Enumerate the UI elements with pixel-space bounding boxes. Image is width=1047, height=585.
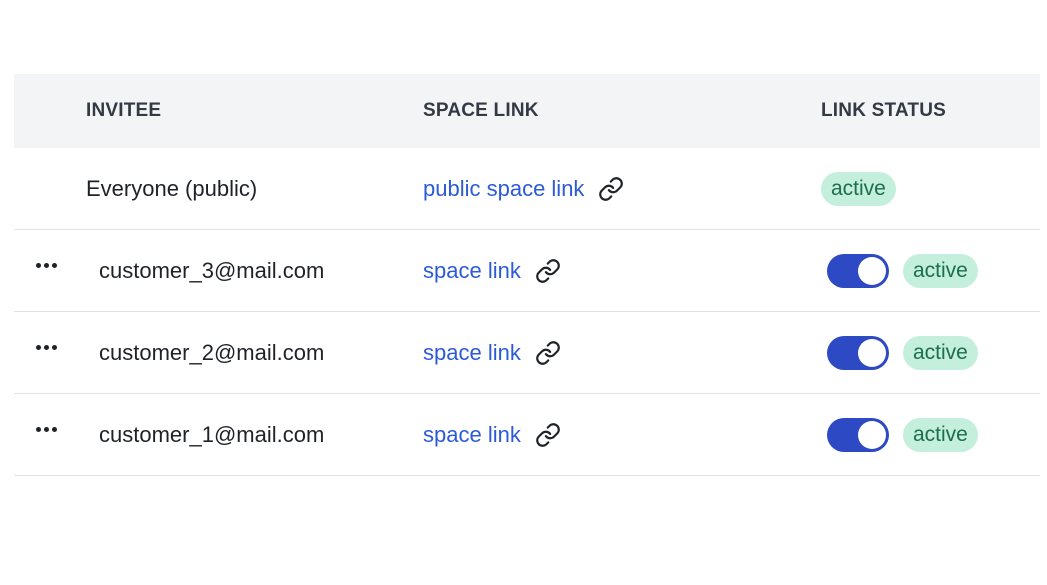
link-status-toggle[interactable] — [827, 253, 889, 288]
invitee-email: customer_1@mail.com — [99, 421, 325, 447]
column-header-space-link: SPACE LINK — [423, 100, 539, 121]
link-icon[interactable] — [598, 176, 624, 202]
invitees-table: INVITEE SPACE LINK LINK STATUS Everyone … — [14, 74, 1040, 476]
status-badge: active — [903, 335, 978, 370]
link-icon[interactable] — [535, 422, 561, 448]
column-header-link-status: LINK STATUS — [821, 100, 946, 121]
public-space-link[interactable]: public space link — [423, 176, 584, 202]
table-row: customer_2@mail.com space link active — [14, 312, 1040, 394]
space-link-cell: public space link — [423, 148, 624, 229]
link-status-cell: active — [821, 148, 896, 229]
column-header-invitee: INVITEE — [86, 100, 162, 121]
more-options-button[interactable] — [34, 230, 58, 311]
table-row: customer_3@mail.com space link active — [14, 230, 1040, 312]
link-status-cell: active — [827, 394, 978, 475]
space-link-cell: space link — [423, 394, 561, 475]
more-options-button[interactable] — [34, 312, 58, 393]
more-horizontal-icon — [35, 427, 57, 432]
space-link-cell: space link — [423, 312, 561, 393]
table-row-public: Everyone (public) public space link acti… — [14, 148, 1040, 230]
invitee-email: customer_3@mail.com — [99, 257, 325, 283]
link-status-cell: active — [827, 230, 978, 311]
link-status-toggle[interactable] — [827, 335, 889, 370]
link-icon[interactable] — [535, 258, 561, 284]
invitee-name: Everyone (public) — [86, 175, 258, 201]
table-row: customer_1@mail.com space link active — [14, 394, 1040, 476]
invitee-email: customer_2@mail.com — [99, 339, 325, 365]
toggle-knob — [858, 256, 886, 285]
space-link[interactable]: space link — [423, 422, 521, 448]
space-link-cell: space link — [423, 230, 561, 311]
link-status-cell: active — [827, 312, 978, 393]
link-status-toggle[interactable] — [827, 417, 889, 452]
space-link[interactable]: space link — [423, 340, 521, 366]
status-badge: active — [903, 253, 978, 288]
more-horizontal-icon — [35, 345, 57, 350]
more-horizontal-icon — [35, 263, 57, 268]
toggle-knob — [858, 338, 886, 367]
status-badge: active — [821, 171, 896, 206]
toggle-knob — [858, 420, 886, 449]
link-icon[interactable] — [535, 340, 561, 366]
more-options-button[interactable] — [34, 394, 58, 475]
table-header: INVITEE SPACE LINK LINK STATUS — [14, 74, 1040, 148]
status-badge: active — [903, 417, 978, 452]
space-link[interactable]: space link — [423, 258, 521, 284]
